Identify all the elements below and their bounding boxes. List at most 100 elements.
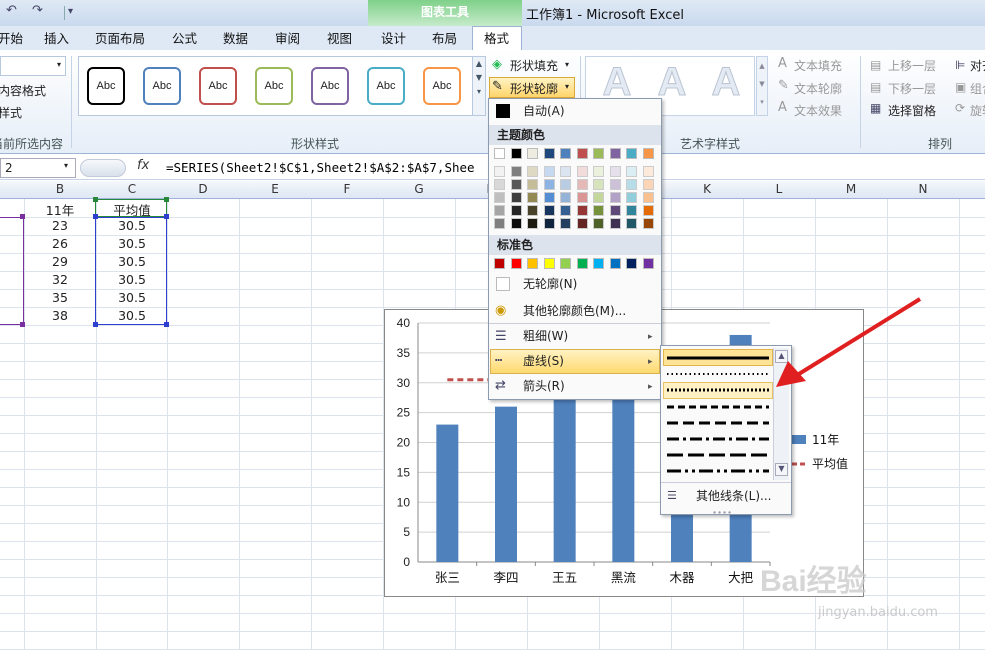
theme-shade-swatch[interactable] (593, 205, 604, 216)
theme-shade-swatch[interactable] (626, 192, 637, 203)
column-header-f[interactable]: F (311, 182, 383, 196)
undo-icon[interactable]: ↶ (6, 3, 17, 18)
theme-shade-swatch[interactable] (642, 218, 654, 229)
theme-shade-swatch[interactable] (543, 218, 555, 229)
menu-item-no-outline[interactable]: 无轮廓(N) (488, 272, 660, 296)
shape-style-red[interactable]: Abc (199, 67, 237, 105)
theme-color-swatch[interactable] (494, 148, 505, 159)
theme-shade-swatch[interactable] (642, 166, 654, 177)
tab-formulas[interactable]: 公式 (172, 28, 197, 47)
standard-color-swatch[interactable] (527, 258, 538, 269)
menu-item-auto[interactable]: 自动(A) (488, 99, 660, 123)
align-button[interactable]: 对齐 (970, 57, 985, 74)
theme-shade-swatch[interactable] (576, 179, 588, 190)
theme-shade-swatch[interactable] (642, 205, 654, 216)
standard-color-swatch[interactable] (510, 258, 522, 269)
cell-b4[interactable]: 29 (24, 254, 96, 269)
theme-shade-swatch[interactable] (527, 218, 538, 229)
tab-home[interactable]: 开始 (0, 28, 23, 47)
theme-shade-swatch[interactable] (494, 192, 505, 203)
theme-shade-swatch[interactable] (609, 192, 621, 203)
cell-b3[interactable]: 26 (24, 236, 96, 251)
theme-shade-swatch[interactable] (560, 205, 571, 216)
resize-grip-icon[interactable]: ∙∙∙∙ (712, 508, 732, 517)
range-handle[interactable] (164, 322, 169, 327)
theme-color-swatch[interactable] (560, 148, 571, 159)
range-handle[interactable] (20, 214, 25, 219)
theme-shade-swatch[interactable] (609, 166, 621, 177)
theme-shade-swatch[interactable] (576, 166, 588, 177)
theme-shade-swatch[interactable] (642, 179, 654, 190)
range-handle[interactable] (164, 197, 169, 202)
range-handle[interactable] (93, 322, 98, 327)
menu-item-weight[interactable]: 粗细(W) (488, 324, 660, 348)
theme-shade-swatch[interactable] (626, 179, 637, 190)
text-fill-button[interactable]: 文本填充 (794, 57, 842, 74)
shape-style-orange[interactable]: Abc (423, 67, 461, 105)
theme-color-swatch[interactable] (510, 148, 522, 159)
standard-color-swatch[interactable] (494, 258, 505, 269)
theme-shade-swatch[interactable] (494, 179, 505, 190)
theme-shade-swatch[interactable] (527, 192, 538, 203)
selection-pane-button[interactable]: 选择窗格 (888, 102, 936, 119)
tab-view[interactable]: 视图 (327, 28, 352, 47)
tab-insert[interactable]: 插入 (44, 28, 69, 47)
theme-shade-swatch[interactable] (543, 179, 555, 190)
theme-shade-swatch[interactable] (576, 205, 588, 216)
tab-design[interactable]: 设计 (381, 28, 406, 47)
standard-color-swatch[interactable] (576, 258, 588, 269)
theme-shade-swatch[interactable] (626, 166, 637, 177)
column-header-e[interactable]: E (239, 182, 311, 196)
shape-fill-button[interactable]: 形状填充 (510, 57, 558, 74)
theme-shade-swatch[interactable] (576, 192, 588, 203)
wordart-style-3[interactable]: A (700, 60, 752, 110)
column-header-n[interactable]: N (887, 182, 959, 196)
gallery-scroll-buttons[interactable]: ▲ ▼ ▾ (472, 56, 486, 116)
theme-shade-swatch[interactable] (593, 166, 604, 177)
format-selection-button[interactable]: 内容格式 (0, 82, 46, 99)
range-handle[interactable] (164, 214, 169, 219)
column-header-g[interactable]: G (383, 182, 455, 196)
theme-color-swatch[interactable] (609, 148, 621, 159)
formula-bar-splitter[interactable] (80, 159, 126, 177)
menu-item-arrows[interactable]: 箭头(R) (488, 374, 660, 398)
shape-style-green[interactable]: Abc (255, 67, 293, 105)
theme-color-swatch[interactable] (527, 148, 538, 159)
shape-style-blue[interactable]: Abc (143, 67, 181, 105)
tab-layout[interactable]: 布局 (432, 28, 457, 47)
theme-shade-swatch[interactable] (593, 192, 604, 203)
standard-color-swatch[interactable] (543, 258, 555, 269)
column-header-d[interactable]: D (167, 182, 239, 196)
menu-item-more-lines[interactable]: 其他线条(L)... (696, 487, 772, 504)
cell-b5[interactable]: 32 (24, 272, 96, 287)
group-button[interactable]: 组合 (970, 80, 985, 97)
cell-b1[interactable]: 11年 (24, 200, 96, 219)
tab-format[interactable]: 格式 (484, 28, 509, 47)
theme-shade-swatch[interactable] (510, 179, 522, 190)
redo-icon[interactable]: ↷ (32, 3, 43, 18)
theme-shade-swatch[interactable] (609, 179, 621, 190)
theme-shade-swatch[interactable] (560, 218, 571, 229)
theme-shade-swatch[interactable] (642, 192, 654, 203)
range-handle[interactable] (93, 197, 98, 202)
tab-data[interactable]: 数据 (223, 28, 248, 47)
theme-shade-swatch[interactable] (510, 192, 522, 203)
menu-item-more-colors[interactable]: 其他轮廓颜色(M)... (488, 299, 660, 323)
tab-page-layout[interactable]: 页面布局 (95, 28, 145, 47)
theme-color-swatch[interactable] (593, 148, 604, 159)
theme-shade-swatch[interactable] (510, 218, 522, 229)
theme-shade-swatch[interactable] (560, 192, 571, 203)
menu-item-dashes[interactable]: 虚线(S) (488, 349, 660, 373)
theme-color-swatch[interactable] (626, 148, 637, 159)
theme-shade-swatch[interactable] (494, 218, 505, 229)
standard-color-swatch[interactable] (593, 258, 604, 269)
theme-shade-swatch[interactable] (543, 205, 555, 216)
theme-shade-swatch[interactable] (593, 179, 604, 190)
scroll-down-icon[interactable]: ▼ (775, 463, 788, 476)
column-header-b[interactable]: B (24, 182, 96, 196)
theme-color-swatch[interactable] (543, 148, 555, 159)
text-outline-button[interactable]: 文本轮廓 (794, 80, 842, 97)
text-effect-button[interactable]: 文本效果 (794, 102, 842, 119)
range-handle[interactable] (93, 214, 98, 219)
shape-style-aqua[interactable]: Abc (367, 67, 405, 105)
